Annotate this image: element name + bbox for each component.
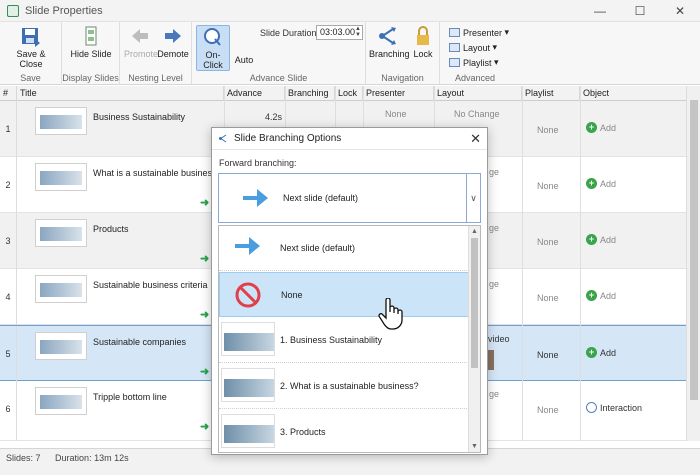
interaction-icon <box>586 402 597 413</box>
col-presenter[interactable]: Presenter <box>363 86 434 101</box>
scroll-down-icon[interactable]: ▼ <box>471 443 478 450</box>
lock-icon <box>417 26 429 45</box>
dialog-header: Slide Branching Options ✕ <box>212 128 487 150</box>
slide-thumbnail <box>35 107 87 135</box>
slide-thumbnail <box>35 332 87 360</box>
arrow-right-icon <box>243 189 268 207</box>
slide-count: Slides: 7 <box>6 453 41 463</box>
grid-header: # Title Advance Branching Lock Presenter… <box>0 86 686 101</box>
promote-button[interactable]: Promote <box>124 25 158 59</box>
save-close-button[interactable]: Save & Close <box>6 25 56 69</box>
branching-icon <box>379 27 396 45</box>
layout-dropdown[interactable]: Layout ▾ <box>449 42 497 53</box>
col-title[interactable]: Title <box>17 86 224 101</box>
add-object-button[interactable]: + Add <box>586 122 616 133</box>
col-lock[interactable]: Lock <box>335 86 363 101</box>
option-none[interactable]: None <box>219 272 469 317</box>
branching-dialog: Slide Branching Options ✕ Forward branch… <box>211 127 488 455</box>
hide-slide-button[interactable]: Hide Slide <box>66 25 116 59</box>
forward-branching-select[interactable]: Next slide (default) ∨ <box>218 173 481 223</box>
save-icon <box>22 28 40 47</box>
slide-thumbnail <box>221 322 275 356</box>
plus-icon: + <box>586 290 597 301</box>
plus-icon: + <box>586 178 597 189</box>
demote-button[interactable]: Demote <box>157 25 189 59</box>
branch-arrow-icon: ➜ <box>200 197 210 209</box>
col-layout[interactable]: Layout <box>434 86 522 101</box>
playlist-icon <box>449 58 460 67</box>
total-duration: Duration: 13m 12s <box>55 453 129 463</box>
save-group: Save & Close Save <box>0 22 62 85</box>
advance-group: On-Click Auto Slide Duration: 03:03.00 ▲… <box>192 22 366 85</box>
dialog-title: Slide Branching Options <box>234 133 342 144</box>
add-object-button[interactable]: + Add <box>586 347 616 358</box>
col-branching[interactable]: Branching <box>285 86 335 101</box>
branch-arrow-icon: ➜ <box>200 366 210 378</box>
add-object-button[interactable]: + Add <box>586 290 616 301</box>
forward-branching-label: Forward branching: <box>219 158 297 168</box>
plus-icon: + <box>586 122 597 133</box>
option-next-slide[interactable]: Next slide (default) <box>219 226 469 271</box>
arrow-right-icon <box>165 29 181 43</box>
duration-label: Slide Duration: <box>260 28 320 38</box>
app-icon <box>7 4 19 17</box>
slide-thumbnail <box>221 368 275 402</box>
slide-thumbnail <box>35 275 87 303</box>
maximize-button[interactable]: ☐ <box>620 0 660 22</box>
close-button[interactable]: ✕ <box>660 0 700 22</box>
title-bar: Slide Properties — ☐ ✕ <box>0 0 700 22</box>
lock-button[interactable]: Lock <box>410 25 436 59</box>
chevron-down-icon[interactable]: ∨ <box>466 174 480 222</box>
grid-scrollbar[interactable] <box>686 86 700 441</box>
minimize-button[interactable]: — <box>580 0 620 22</box>
col-num[interactable]: # <box>0 86 17 101</box>
slide-thumbnail <box>35 219 87 247</box>
option-slide-2[interactable]: 2. What is a sustainable business? <box>219 364 469 409</box>
scroll-up-icon[interactable]: ▲ <box>471 228 478 235</box>
hide-slide-icon <box>85 26 97 46</box>
col-object[interactable]: Object <box>580 86 686 101</box>
branching-options-list: Next slide (default) None 1. Business Su… <box>218 225 481 453</box>
nesting-group: Promote Demote Nesting Level <box>120 22 192 85</box>
branch-arrow-icon: ➜ <box>200 421 210 433</box>
navigation-group: Branching Lock Navigation <box>366 22 440 85</box>
options-scrollbar[interactable]: ▲ ▼ <box>468 226 480 452</box>
branching-button[interactable]: Branching <box>369 25 410 59</box>
on-click-button[interactable]: On-Click <box>196 25 230 71</box>
window-title: Slide Properties <box>25 4 103 17</box>
add-object-button[interactable]: + Add <box>586 234 616 245</box>
hand-cursor-icon <box>378 298 403 330</box>
ribbon: Save & Close Save Hide Slide Display Sli… <box>0 22 700 85</box>
col-playlist[interactable]: Playlist <box>522 86 580 101</box>
plus-icon: + <box>586 234 597 245</box>
arrow-left-icon <box>132 29 148 43</box>
slide-thumbnail <box>221 414 275 448</box>
plus-icon: + <box>586 347 597 358</box>
duration-spinner[interactable]: ▲ ▼ <box>355 26 361 38</box>
playlist-dropdown[interactable]: Playlist ▾ <box>449 57 499 68</box>
branch-arrow-icon: ➜ <box>200 253 210 265</box>
add-object-button[interactable]: + Add <box>586 178 616 189</box>
no-entry-icon <box>235 282 261 308</box>
branch-arrow-icon: ➜ <box>200 309 210 321</box>
presenter-icon <box>449 28 460 37</box>
dialog-close-button[interactable]: ✕ <box>470 131 481 147</box>
option-slide-3[interactable]: 3. Products <box>219 410 469 452</box>
auto-button[interactable]: Auto <box>232 55 256 65</box>
display-group: Hide Slide Display Slides <box>62 22 120 85</box>
slide-thumbnail <box>35 387 87 415</box>
presenter-dropdown[interactable]: Presenter ▾ <box>449 27 509 38</box>
arrow-right-icon <box>235 237 260 255</box>
interaction-object[interactable]: Interaction <box>586 402 642 413</box>
layout-icon <box>449 43 460 52</box>
mouse-click-icon <box>204 28 221 46</box>
col-advance[interactable]: Advance <box>224 86 285 101</box>
advanced-group: Presenter ▾ Layout ▾ Playlist ▾ Advanced <box>440 22 510 85</box>
slide-thumbnail <box>35 163 87 191</box>
branching-icon <box>219 134 227 143</box>
option-slide-1[interactable]: 1. Business Sustainability <box>219 318 469 363</box>
